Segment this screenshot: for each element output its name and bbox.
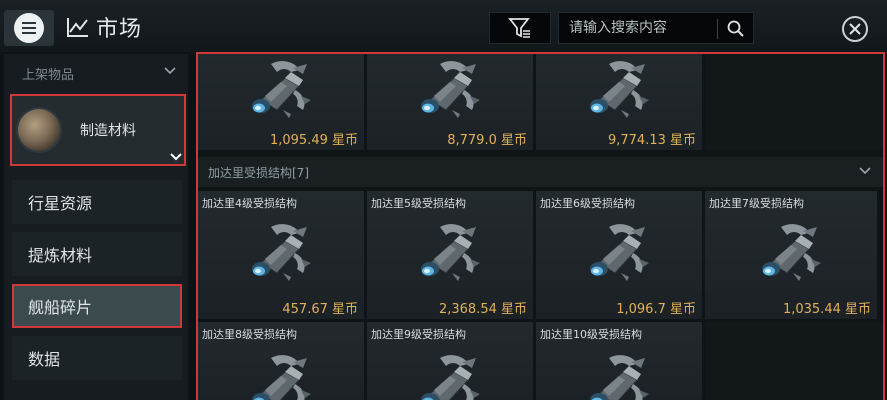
search-icon[interactable]	[725, 19, 747, 39]
search-divider	[717, 19, 718, 39]
item-price: 9,774.13 星币	[607, 133, 696, 148]
top-bar: 市场	[0, 0, 887, 52]
item-card[interactable]: 加达里10级受损结构	[536, 322, 702, 400]
filter-button[interactable]	[489, 12, 551, 44]
category-header-label: 上架物品	[22, 67, 75, 83]
item-name: 加达里10级受损结构	[540, 328, 642, 341]
selected-category[interactable]: 制造材料	[10, 94, 186, 166]
item-card[interactable]: 9,774.13 星币	[536, 54, 702, 150]
page-title: 市场	[96, 17, 143, 42]
section-title: 加达里受损结构[7]	[208, 165, 309, 180]
damaged-structure-icon	[420, 223, 481, 282]
item-price: 2,368.54 星币	[438, 302, 527, 317]
hamburger-icon	[14, 13, 44, 43]
sidebar-item-planetary-resources[interactable]: 行星资源	[12, 180, 182, 224]
empty-slot	[705, 54, 883, 150]
damaged-structure-icon	[251, 354, 312, 400]
close-icon	[849, 23, 861, 35]
item-name: 加达里5级受损结构	[371, 197, 466, 210]
page-title-group: 市场	[66, 12, 142, 42]
category-dropdown-header[interactable]: 上架物品	[4, 54, 188, 92]
empty-slot	[705, 322, 883, 400]
item-card[interactable]: 加达里7级受损结构 1,035.44 星币	[705, 191, 877, 319]
category-sidebar: 上架物品 制造材料 行星资源 提炼材料 舰船碎片 数据	[4, 54, 188, 400]
damaged-structure-icon	[589, 223, 650, 282]
sidebar-item-label: 数据	[28, 350, 61, 369]
item-name: 加达里9级受损结构	[371, 328, 466, 341]
item-price: 1,035.44 星币	[782, 302, 871, 317]
ore-icon	[18, 109, 60, 151]
item-card[interactable]: 加达里5级受损结构 2,368.54 星币	[367, 191, 533, 319]
item-price: 8,779.0 星币	[447, 133, 527, 148]
damaged-structure-icon	[589, 60, 650, 119]
sidebar-item-data[interactable]: 数据	[12, 336, 182, 380]
chevron-down-icon	[170, 153, 182, 161]
filter-icon	[508, 18, 530, 38]
damaged-structure-icon	[420, 354, 481, 400]
sidebar-item-ship-fragments[interactable]: 舰船碎片	[12, 284, 182, 328]
item-card[interactable]: 加达里9级受损结构	[367, 322, 533, 400]
line-chart-icon	[67, 18, 88, 37]
close-button[interactable]	[842, 16, 868, 42]
item-price: 457.67 星币	[282, 302, 358, 317]
chevron-down-icon	[859, 167, 871, 175]
item-name: 加达里6级受损结构	[540, 197, 635, 210]
item-card[interactable]: 加达里8级受损结构	[198, 322, 364, 400]
damaged-structure-icon	[589, 354, 650, 400]
item-price: 1,095.49 星币	[269, 133, 358, 148]
menu-button[interactable]	[4, 10, 54, 46]
sidebar-item-label: 行星资源	[28, 194, 93, 213]
item-grid: 1,095.49 星币 8,779.0 星币 9,774.13 星币 加达里受损…	[196, 52, 885, 400]
sidebar-item-refined-materials[interactable]: 提炼材料	[12, 232, 182, 276]
selected-category-label: 制造材料	[80, 123, 136, 139]
search-input[interactable]	[559, 13, 717, 43]
damaged-structure-icon	[761, 223, 822, 282]
item-card[interactable]: 加达里4级受损结构 457.67 星币	[198, 191, 364, 319]
item-name: 加达里8级受损结构	[202, 328, 297, 341]
item-card[interactable]: 1,095.49 星币	[198, 54, 364, 150]
item-card[interactable]: 加达里6级受损结构 1,096.7 星币	[536, 191, 702, 319]
sidebar-item-label: 舰船碎片	[28, 298, 93, 317]
item-name: 加达里7级受损结构	[709, 197, 804, 210]
section-header[interactable]: 加达里受损结构[7]	[198, 157, 883, 187]
item-card[interactable]: 8,779.0 星币	[367, 54, 533, 150]
damaged-structure-icon	[420, 60, 481, 119]
item-price: 1,096.7 星币	[616, 302, 696, 317]
sidebar-item-label: 提炼材料	[28, 246, 93, 265]
search-box	[558, 12, 754, 44]
item-name: 加达里4级受损结构	[202, 197, 297, 210]
chevron-down-icon	[164, 67, 176, 75]
damaged-structure-icon	[251, 60, 312, 119]
damaged-structure-icon	[251, 223, 312, 282]
